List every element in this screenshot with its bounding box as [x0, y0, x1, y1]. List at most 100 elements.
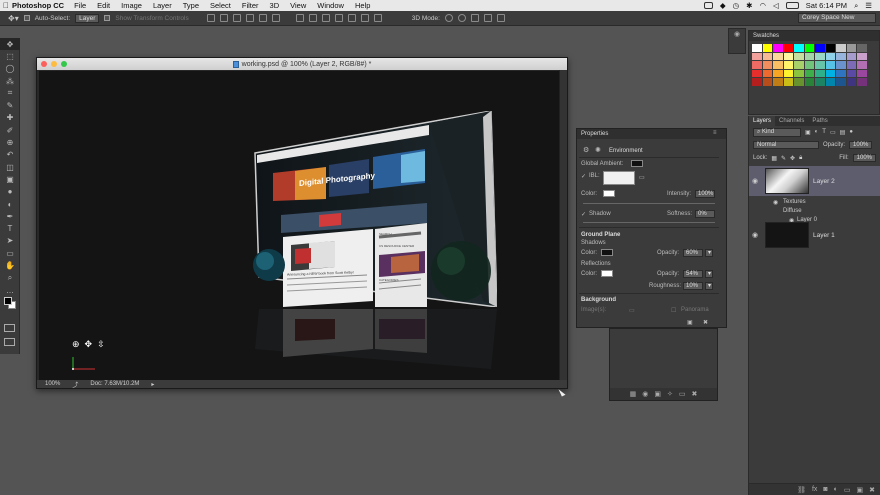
panel-menu-icon[interactable]: ≡	[713, 130, 717, 136]
swatch-cell[interactable]	[752, 61, 762, 69]
swatch-cell[interactable]	[815, 69, 825, 77]
swatch-cell[interactable]	[825, 44, 835, 52]
swatch-cell[interactable]	[773, 61, 783, 69]
distribute-hcenter-icon[interactable]	[347, 14, 356, 22]
swatch-cell[interactable]	[752, 69, 762, 77]
3d-postcard[interactable]: Digital Photography Announcing a NEW boo…	[251, 111, 497, 307]
swatch-cell[interactable]	[783, 69, 793, 77]
eyedropper-tool-icon[interactable]: ✎	[0, 99, 20, 111]
swatch-cell[interactable]	[773, 44, 783, 52]
lock-position-icon[interactable]: ✥	[790, 155, 795, 162]
image-folder-icon[interactable]: ▭	[629, 307, 635, 314]
wifi-icon[interactable]: ◠	[759, 1, 766, 10]
softness-field[interactable]: 0%	[695, 210, 715, 218]
align-bottom-icon[interactable]	[232, 14, 241, 22]
swatch-cell[interactable]	[783, 52, 793, 60]
swatch-cell[interactable]	[773, 78, 783, 86]
swatch-cell[interactable]	[804, 69, 814, 77]
swatch-cell[interactable]	[815, 78, 825, 86]
panorama-checkbox[interactable]: ☐	[671, 307, 676, 314]
swatch-cell[interactable]	[836, 52, 846, 60]
vertical-scrollbar[interactable]	[559, 70, 567, 382]
filter-adjust-icon[interactable]: ◐	[815, 129, 819, 135]
clone-stamp-tool-icon[interactable]: ⊕	[0, 136, 20, 148]
swatch-cell[interactable]	[857, 52, 867, 60]
filter-type-icon[interactable]: T	[822, 129, 826, 135]
reflections-color-swatch[interactable]	[601, 270, 613, 277]
swatch-cell[interactable]	[815, 61, 825, 69]
shadows-color-swatch[interactable]	[601, 249, 613, 256]
auto-align-icon[interactable]	[373, 14, 382, 22]
distribute-bottom-icon[interactable]	[321, 14, 330, 22]
swatch-cell[interactable]	[752, 52, 762, 60]
reflections-opacity-stepper[interactable]: ▾	[705, 270, 713, 278]
layer2-name[interactable]: Layer 2	[813, 178, 835, 185]
swatch-cell[interactable]	[825, 69, 835, 77]
menu-filter[interactable]: Filter	[242, 1, 259, 10]
minimize-window-icon[interactable]	[51, 61, 57, 67]
swatch-cell[interactable]	[815, 44, 825, 52]
trash-icon[interactable]: ✖	[691, 390, 697, 398]
layer1-name[interactable]: Layer 1	[813, 232, 835, 239]
adjustment-layer-icon[interactable]: ◐	[834, 486, 838, 493]
swatch-cell[interactable]	[804, 78, 814, 86]
share-icon[interactable]: ⤴	[72, 380, 78, 389]
healing-tool-icon[interactable]: ✚	[0, 112, 20, 124]
swatch-cell[interactable]	[836, 78, 846, 86]
quick-select-tool-icon[interactable]: ⁂	[0, 75, 20, 87]
new-light-icon[interactable]: ✧	[667, 390, 673, 398]
swatch-cell[interactable]	[836, 61, 846, 69]
swatch-cell[interactable]	[846, 78, 856, 86]
workspace-switcher[interactable]: Corey Space New	[798, 13, 876, 23]
menu-edit[interactable]: Edit	[97, 1, 110, 10]
dropbox-icon[interactable]: ◆	[720, 1, 726, 10]
swatch-cell[interactable]	[762, 61, 772, 69]
distribute-right-icon[interactable]	[360, 14, 369, 22]
notification-center-icon[interactable]: ☰	[865, 1, 872, 10]
swatch-cell[interactable]	[794, 61, 804, 69]
lock-all-icon[interactable]: 🔒︎	[799, 155, 802, 162]
status-menu-arrow-icon[interactable]: ▸	[151, 381, 154, 388]
fill-field[interactable]: 100%	[852, 154, 876, 162]
swatches-tab[interactable]: Swatches	[749, 31, 879, 41]
3d-scene-icon[interactable]: ⚙	[583, 146, 589, 154]
intensity-field[interactable]: 100%	[695, 190, 715, 198]
distribute-left-icon[interactable]	[334, 14, 343, 22]
lasso-tool-icon[interactable]: ◯	[0, 63, 20, 75]
document-canvas[interactable]: Digital Photography Announcing a NEW boo…	[39, 71, 559, 381]
delete-layer-icon[interactable]: ✖	[869, 486, 875, 494]
more-tool-icon[interactable]: …	[0, 284, 20, 296]
screen-mode-icon[interactable]	[4, 338, 15, 346]
properties-tab[interactable]: Properties	[577, 129, 726, 139]
quick-mask-icon[interactable]	[4, 324, 15, 332]
pen-tool-icon[interactable]: ✒	[0, 210, 20, 222]
intensity-slider[interactable]	[583, 203, 715, 204]
clock-text[interactable]: Sat 6:14 PM	[806, 1, 847, 10]
3d-move-widget-icon[interactable]: ✥	[85, 339, 93, 350]
shadows-opacity-stepper[interactable]: ▾	[705, 249, 713, 257]
align-right-icon[interactable]	[271, 14, 280, 22]
zoom-tool-icon[interactable]: ⌕	[0, 272, 20, 284]
delete-icon[interactable]: ✖	[703, 319, 708, 326]
3d-dolly-widget-icon[interactable]: ⇳	[97, 339, 105, 350]
link-layers-icon[interactable]: ⛓︎	[797, 486, 806, 494]
swatch-cell[interactable]	[762, 69, 772, 77]
blur-tool-icon[interactable]: ●	[0, 186, 20, 198]
menu-help[interactable]: Help	[355, 1, 370, 10]
tab-channels[interactable]: Channels	[775, 116, 808, 126]
menu-file[interactable]: File	[74, 1, 86, 10]
align-left-icon[interactable]	[245, 14, 254, 22]
auto-select-checkbox[interactable]	[23, 15, 30, 21]
swatch-cell[interactable]	[825, 61, 835, 69]
3d-scale-icon[interactable]	[496, 14, 505, 22]
lock-paint-icon[interactable]: ✎	[781, 155, 786, 162]
swatch-cell[interactable]	[846, 44, 856, 52]
swatch-cell[interactable]	[846, 52, 856, 60]
visibility-eye-icon[interactable]: ◉	[749, 231, 761, 239]
menu-image[interactable]: Image	[121, 1, 142, 10]
layer-filter-dropdown[interactable]: ⌕ Kind	[753, 127, 801, 137]
swatch-cell[interactable]	[804, 52, 814, 60]
swatch-cell[interactable]	[857, 69, 867, 77]
move-tool-preset-icon[interactable]: ✥▾	[8, 14, 19, 23]
swatch-cell[interactable]	[836, 44, 846, 52]
